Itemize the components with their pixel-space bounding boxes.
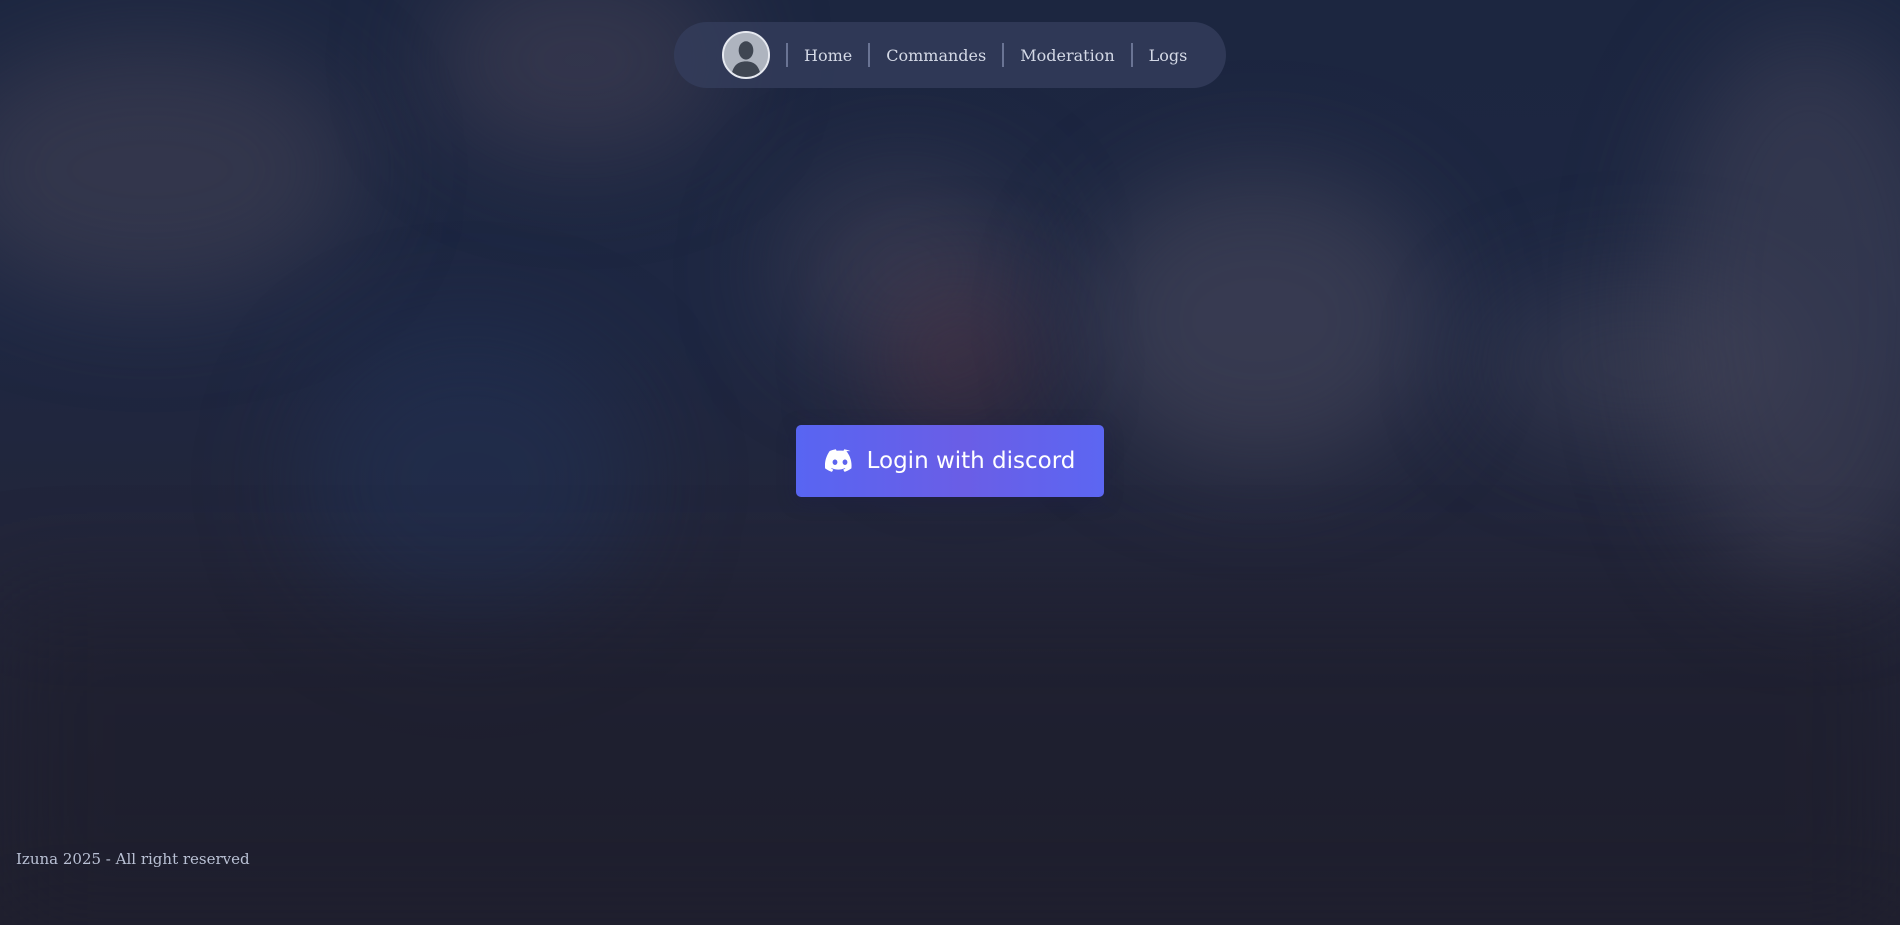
background-blur-shape xyxy=(880,280,1040,440)
nav-separator xyxy=(1130,43,1133,67)
background-blur-shape xyxy=(300,330,640,630)
nav-separator xyxy=(786,43,788,67)
background-blur-shape xyxy=(1660,30,1900,590)
nav-separator xyxy=(868,43,871,67)
nav-link-moderation[interactable]: Moderation xyxy=(1020,46,1114,65)
user-silhouette-icon xyxy=(724,33,768,77)
nav-link-commandes[interactable]: Commandes xyxy=(886,46,986,65)
background-blur-shape xyxy=(0,40,360,300)
background-blur-shape xyxy=(1080,170,1440,470)
nav-link-logs[interactable]: Logs xyxy=(1149,46,1188,65)
background-blur-shape xyxy=(0,600,1900,925)
footer-copyright: Izuna 2025 - All right reserved xyxy=(16,850,250,868)
login-with-discord-button[interactable]: Login with discord xyxy=(796,425,1104,497)
login-button-label: Login with discord xyxy=(866,448,1076,474)
user-avatar-icon[interactable] xyxy=(722,31,770,79)
nav-separator xyxy=(1002,43,1005,67)
top-navbar: Home Commandes Moderation Logs xyxy=(674,22,1226,88)
discord-icon xyxy=(824,449,852,472)
nav-link-home[interactable]: Home xyxy=(804,46,852,65)
